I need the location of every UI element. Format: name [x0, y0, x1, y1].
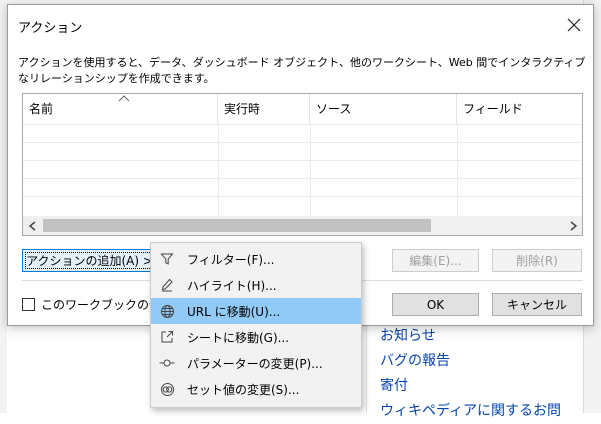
- background-link-bug-report[interactable]: バグの報告: [380, 349, 580, 374]
- row-divider: [23, 196, 582, 197]
- cancel-button[interactable]: キャンセル: [492, 293, 582, 316]
- all-sheets-checkbox-label: このワークブックの全シ: [41, 297, 160, 312]
- menu-item-go-to-url[interactable]: URL に移動(U)...: [151, 298, 361, 324]
- menu-item-filter[interactable]: フィルター(F)...: [151, 246, 361, 272]
- column-divider: [310, 124, 311, 216]
- menu-item-change-set-values[interactable]: セット値の変更(S)...: [151, 376, 361, 402]
- scroll-left-button[interactable]: [23, 216, 41, 235]
- actions-table[interactable]: 名前 実行時 ソース フィールド: [22, 93, 583, 236]
- filter-icon: [159, 251, 175, 267]
- set-icon: [159, 381, 175, 397]
- dialog-description: アクションを使用すると、データ、ダッシュボード オブジェクト、他のワークシート、…: [18, 56, 586, 85]
- row-divider: [23, 142, 582, 143]
- highlighter-icon: [159, 277, 175, 293]
- menu-item-highlight[interactable]: ハイライト(H)...: [151, 272, 361, 298]
- add-action-menu: フィルター(F)... ハイライト(H)... URL に移動(U)... シー…: [150, 242, 362, 408]
- column-divider: [457, 124, 458, 216]
- parameter-icon: [159, 355, 175, 371]
- row-divider: [23, 124, 582, 125]
- dialog-title: アクション: [18, 21, 83, 36]
- column-header-name[interactable]: 名前: [23, 94, 218, 124]
- column-header-source[interactable]: ソース: [310, 94, 457, 124]
- menu-item-label: シートに移動(G)...: [187, 330, 290, 345]
- delete-button[interactable]: 削除(R): [492, 249, 582, 272]
- column-header-field[interactable]: フィールド: [457, 94, 582, 124]
- close-icon: [567, 18, 581, 32]
- dialog-titlebar: アクション: [8, 5, 593, 45]
- background-link-about[interactable]: ウィキペディアに関するお問: [380, 399, 580, 424]
- menu-item-label: パラメーターの変更(P)...: [187, 356, 323, 371]
- all-sheets-checkbox[interactable]: [22, 297, 35, 311]
- scroll-right-button[interactable]: [564, 216, 582, 235]
- chevron-right-icon: [570, 220, 577, 231]
- table-body: [23, 124, 582, 216]
- background-separator: [366, 325, 367, 413]
- menu-item-label: URL に移動(U)...: [187, 304, 281, 319]
- all-sheets-checkbox-row[interactable]: このワークブックの全シ: [22, 295, 160, 313]
- menu-item-label: フィルター(F)...: [187, 252, 275, 267]
- row-divider: [23, 160, 582, 161]
- ok-button[interactable]: OK: [392, 293, 479, 316]
- edit-button[interactable]: 編集(E)...: [392, 249, 479, 272]
- column-divider: [218, 124, 219, 216]
- row-divider: [23, 178, 582, 179]
- background-link-list: お知らせ バグの報告 寄付 ウィキペディアに関するお問: [380, 324, 580, 424]
- add-action-button[interactable]: アクションの追加(A) >: [22, 249, 157, 272]
- goto-sheet-icon: [159, 329, 175, 345]
- horizontal-scrollbar[interactable]: [23, 216, 582, 235]
- menu-item-change-parameter[interactable]: パラメーターの変更(P)...: [151, 350, 361, 376]
- background-link-news[interactable]: お知らせ: [380, 324, 580, 349]
- close-button[interactable]: [560, 11, 588, 39]
- menu-item-label: ハイライト(H)...: [187, 278, 277, 293]
- globe-icon: [159, 303, 175, 319]
- background-left-column: [0, 0, 7, 413]
- menu-item-go-to-sheet[interactable]: シートに移動(G)...: [151, 324, 361, 350]
- table-header: 名前 実行時 ソース フィールド: [23, 94, 582, 124]
- chevron-left-icon: [28, 220, 35, 231]
- background-link-donate[interactable]: 寄付: [380, 374, 580, 399]
- scrollbar-thumb[interactable]: [43, 219, 431, 232]
- column-header-runs-on[interactable]: 実行時: [218, 94, 310, 124]
- menu-item-label: セット値の変更(S)...: [187, 382, 300, 397]
